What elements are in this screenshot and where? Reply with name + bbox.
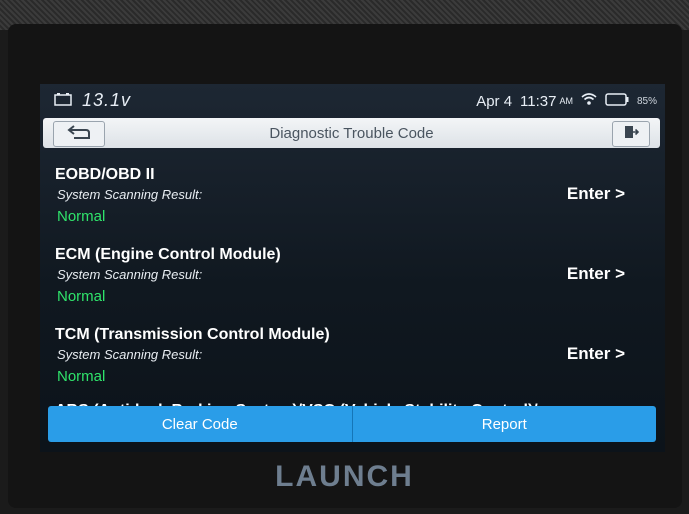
scan-result-label: System Scanning Result: [57,347,203,362]
battery-icon [605,92,629,110]
voltage-readout: 13.1v [82,90,132,110]
scan-result-status: Normal [57,208,106,225]
tablet-screen: 13.1v Apr 4 11:37 AM 85% Diagnostic Trou… [40,84,665,452]
page-title: Diagnostic Trouble Code [269,125,434,142]
enter-button[interactable]: Enter > [567,264,625,284]
title-bar: Diagnostic Trouble Code [43,118,660,148]
exit-icon [623,124,640,145]
list-item: TCM (Transmission Control Module) System… [40,314,665,394]
scan-result-status: Normal [57,368,106,385]
battery-percent: 85% [636,95,657,107]
status-time: 11:37 [520,92,557,110]
brand-logo: LAUNCH [275,460,414,493]
report-button[interactable]: Report [351,406,656,442]
exit-button[interactable] [612,121,650,147]
scan-result-status: Normal [57,288,106,305]
battery-voltage-icon [54,92,72,110]
system-name: ECM (Engine Control Module) [55,246,281,263]
wifi-icon [581,92,597,110]
system-name: EOBD/OBD II [55,166,155,183]
list-item: EOBD/OBD II System Scanning Result: Norm… [40,154,665,234]
clear-code-button[interactable]: Clear Code [48,406,352,442]
status-ampm: AM [559,96,573,106]
system-name: TCM (Transmission Control Module) [55,326,330,343]
scan-result-label: System Scanning Result: [57,187,203,202]
enter-button[interactable]: Enter > [567,344,625,364]
scan-result-label: System Scanning Result: [57,267,203,282]
status-bar: 13.1v Apr 4 11:37 AM 85% [40,84,665,114]
enter-button[interactable]: Enter > [567,184,625,204]
list-item: ECM (Engine Control Module) System Scann… [40,234,665,314]
status-date: Apr 4 [476,92,513,110]
action-bar: Clear Code Report [48,406,656,442]
